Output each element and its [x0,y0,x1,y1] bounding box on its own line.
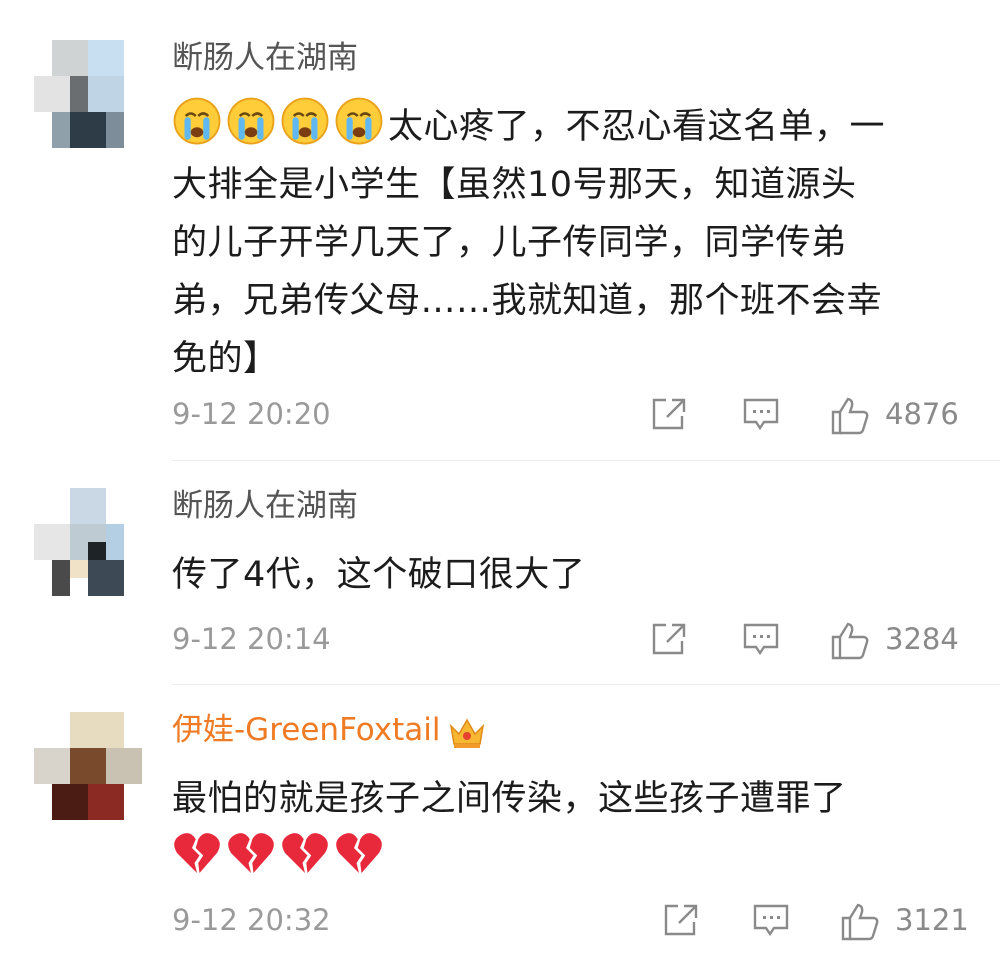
like-count: 3284 [885,622,959,656]
comment-meta: 9-12 20:20 4876 [172,392,964,436]
thumbs-up-icon[interactable] [830,621,870,661]
avatar[interactable] [34,712,144,822]
thumbs-up-icon[interactable] [840,902,880,942]
thumbs-up-icon[interactable] [830,396,870,436]
emoji-group [172,833,388,877]
broken-heart-emoji [336,833,382,873]
timestamp: 9-12 20:20 [172,397,331,431]
divider [172,684,1000,685]
comment-meta: 9-12 20:32 3121 [172,898,969,942]
comment-line: 免的】 [172,339,279,379]
broken-heart-emoji [228,833,274,873]
comment-line: 弟，兄弟传父母……我就知道，那个班不会幸 [172,281,883,321]
comment-line: 最怕的就是孩子之间传染，这些孩子遭罪了 [172,779,847,819]
comment-text: 传了4代，这个破口很大了 [172,546,972,604]
comment-line: 传了4代，这个破口很大了 [172,555,586,595]
comment-meta: 9-12 20:14 3284 [172,617,964,661]
crying-face-emoji [281,97,329,145]
emoji-group [172,97,388,147]
username-text: 伊娃-GreenFoxtail [172,712,441,748]
crown-icon [449,717,484,748]
avatar[interactable] [34,488,144,598]
comment-icon[interactable] [742,621,780,657]
comment-line: 太心疼了，不忍心看这名单，一 [388,107,886,147]
comment-icon[interactable] [752,902,790,938]
comment-icon[interactable] [742,396,780,432]
comment-line: 大排全是小学生【虽然10号那天，知道源头 [172,165,857,205]
broken-heart-emoji [174,833,220,873]
like-count: 3121 [895,903,969,937]
timestamp: 9-12 20:32 [172,903,331,937]
comment-text: 太心疼了，不忍心看这名单，一 大排全是小学生【虽然10号那天，知道源头 的儿子开… [172,96,972,388]
timestamp: 9-12 20:14 [172,622,331,656]
avatar[interactable] [34,40,144,150]
like-count: 4876 [885,397,959,431]
username[interactable]: 伊娃-GreenFoxtail [172,710,487,750]
share-icon[interactable] [650,621,688,657]
username[interactable]: 断肠人在湖南 [172,38,358,78]
username[interactable]: 断肠人在湖南 [172,486,358,526]
comment-line: 的儿子开学几天了，儿子传同学，同学传弟 [172,223,847,263]
divider [172,460,1000,461]
crying-face-emoji [227,97,275,145]
broken-heart-emoji [282,833,328,873]
share-icon[interactable] [662,902,700,938]
comment-text: 最怕的就是孩子之间传染，这些孩子遭罪了 [172,770,972,886]
crying-face-emoji [173,97,221,145]
crying-face-emoji [335,97,383,145]
share-icon[interactable] [650,396,688,432]
